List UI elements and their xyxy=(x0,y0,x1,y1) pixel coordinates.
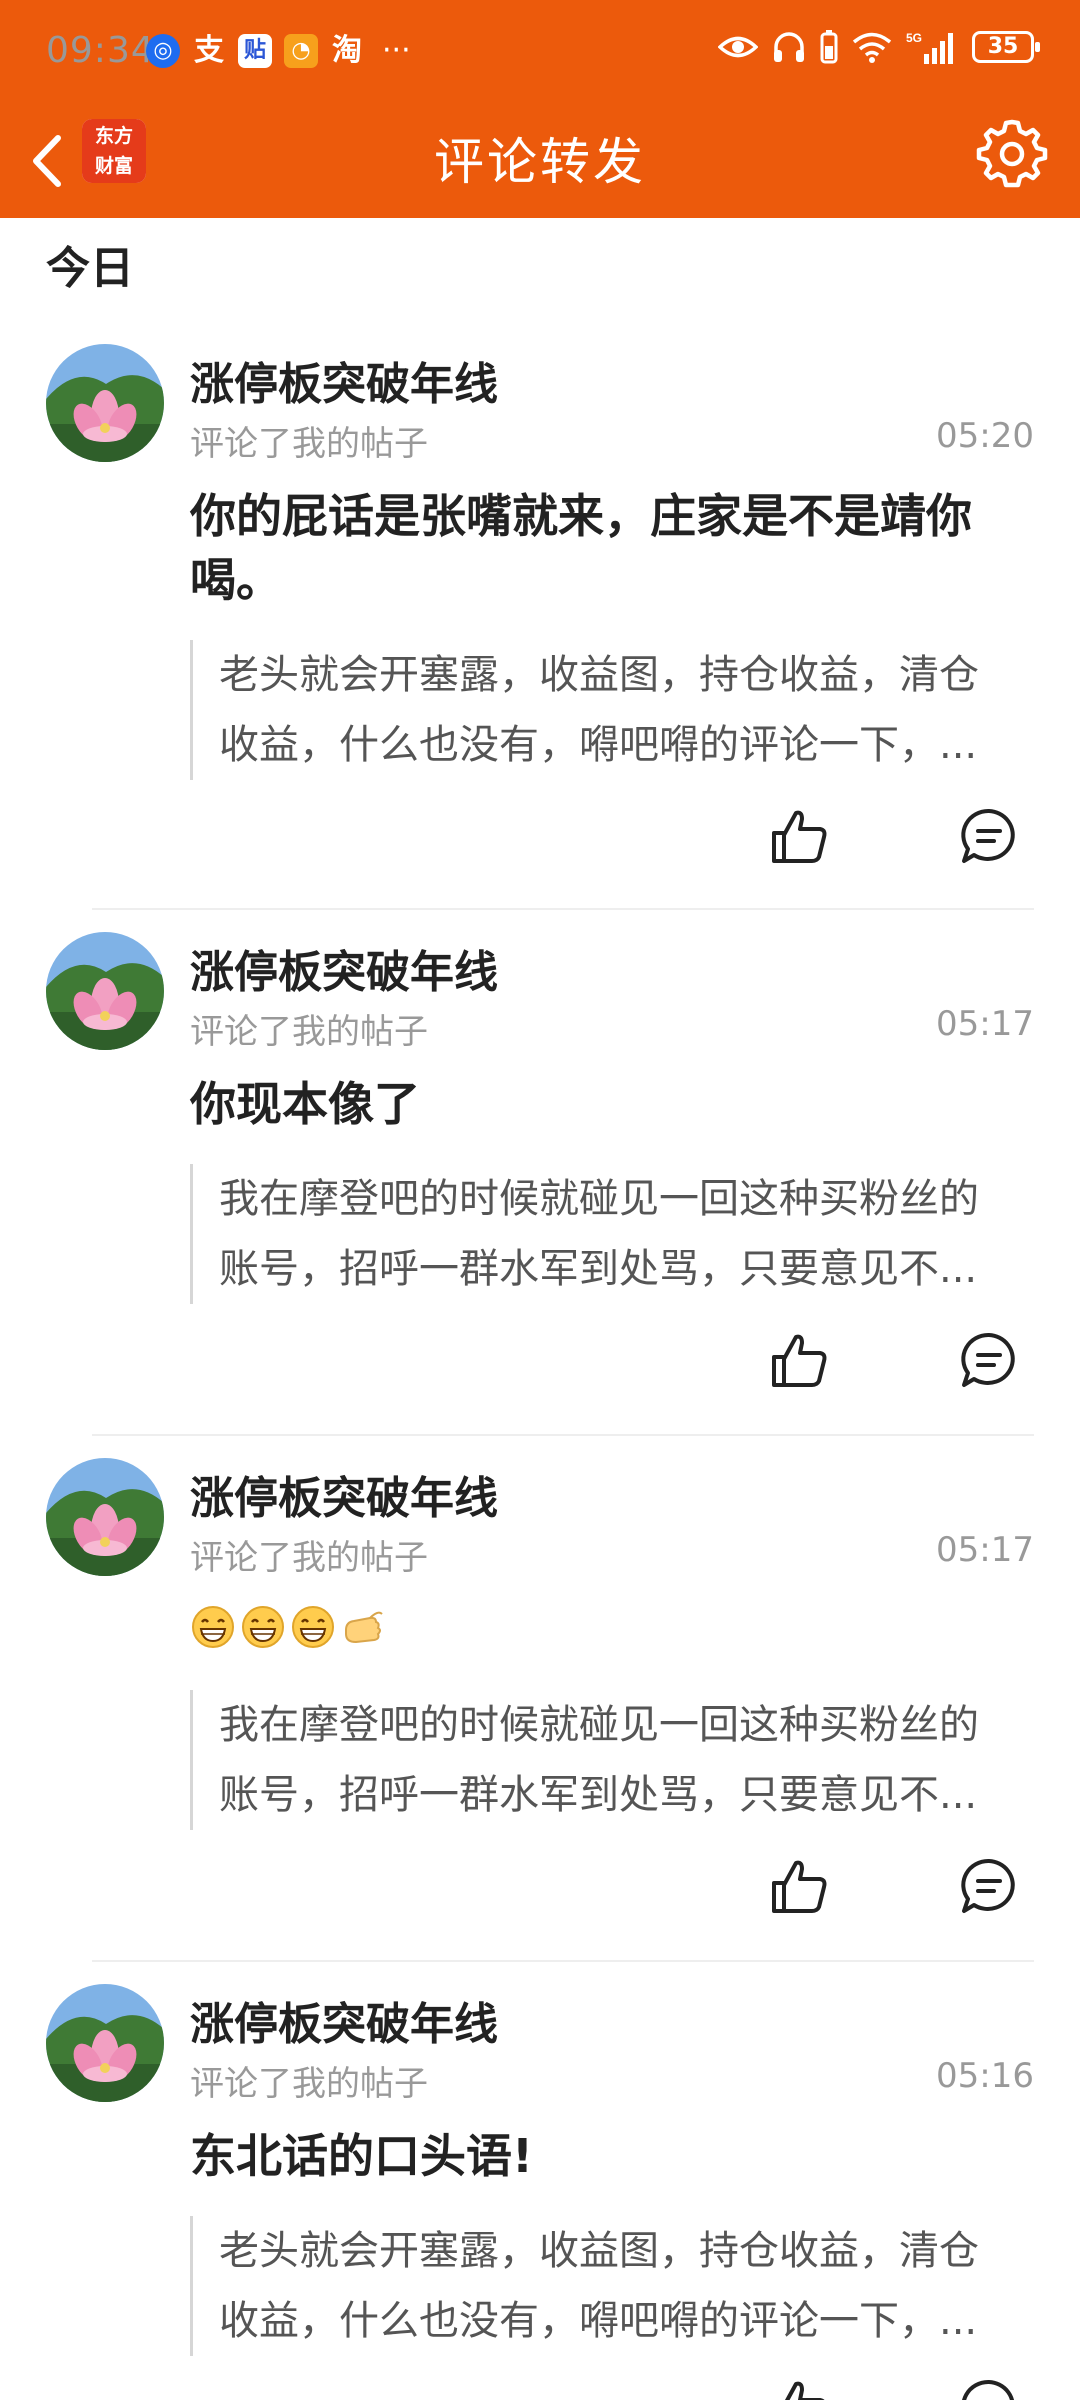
quoted-post-line: 收益，什么也没有，嘚吧嘚的评论一下，... xyxy=(219,722,978,768)
taobao-app-icon: 淘 xyxy=(332,33,362,68)
avatar[interactable] xyxy=(46,932,164,1050)
comment-card[interactable]: 涨停板突破年线 评论了我的帖子 05:17 我在摩登吧的时候就碰见一回这种买粉丝… xyxy=(0,1458,1080,1958)
tieba-app-icon: 贴 xyxy=(238,34,272,68)
comment-time: 05:17 xyxy=(936,1004,1034,1044)
divider xyxy=(92,908,1034,910)
like-icon[interactable] xyxy=(768,1329,830,1391)
quoted-post-line: 收益，什么也没有，嘚吧嘚的评论一下，... xyxy=(219,2298,978,2344)
comment-emojis xyxy=(190,1604,386,1650)
thumbs-hand-emoji-icon xyxy=(345,1611,383,1644)
avatar[interactable] xyxy=(46,1984,164,2102)
quoted-post-line: 我在摩登吧的时候就碰见一回这种买粉丝的 xyxy=(219,1176,979,1222)
comment-time: 05:20 xyxy=(936,416,1034,456)
top-bar: 09:34 ◎ 支 贴 ◔ 淘 ··· 5G 35 东方 财富 评论转发 xyxy=(0,0,1080,218)
page-title: 评论转发 xyxy=(434,133,646,191)
section-title-today: 今日 xyxy=(46,243,134,294)
quoted-post[interactable]: 我在摩登吧的时候就碰见一回这种买粉丝的 账号，招呼一群水军到处骂，只要意见不..… xyxy=(190,1690,1030,1830)
comment-action: 评论了我的帖子 xyxy=(190,1538,428,1578)
divider xyxy=(92,1960,1034,1962)
reply-icon[interactable] xyxy=(958,2376,1020,2400)
comment-time: 05:17 xyxy=(936,1530,1034,1570)
grin-emoji-icon xyxy=(242,1606,284,1648)
notification-icons: ◎ 支 贴 ◔ 淘 ··· xyxy=(146,34,411,68)
comment-card[interactable]: 涨停板突破年线 评论了我的帖子 05:17 你现本像了 我在摩登吧的时候就碰见一… xyxy=(0,932,1080,1432)
username[interactable]: 涨停板突破年线 xyxy=(190,1988,498,2052)
username[interactable]: 涨停板突破年线 xyxy=(190,348,498,412)
reply-icon[interactable] xyxy=(958,1855,1020,1917)
quoted-post[interactable]: 老头就会开塞露，收益图，持仓收益，清仓 收益，什么也没有，嘚吧嘚的评论一下，..… xyxy=(190,640,1030,780)
wifi-icon xyxy=(852,32,892,63)
grin-emoji-icon xyxy=(292,1606,334,1648)
nav-bar: 东方 财富 评论转发 xyxy=(0,104,1080,218)
like-icon[interactable] xyxy=(768,805,830,867)
quoted-post-line: 账号，招呼一群水军到处骂，只要意见不... xyxy=(219,1246,978,1292)
svg-text:5G: 5G xyxy=(906,31,922,45)
quoted-post-line: 老头就会开塞露，收益图，持仓收益，清仓 xyxy=(219,2228,979,2274)
alipay-app-icon: 支 xyxy=(194,33,224,68)
grin-emoji-icon xyxy=(192,1606,234,1648)
comment-text: 你的屁话是张嘴就来，庄家是不是靖你喝。 xyxy=(190,489,972,607)
news-app-icon: ◔ xyxy=(284,34,318,68)
quoted-post-line: 老头就会开塞露，收益图，持仓收益，清仓 xyxy=(219,652,979,698)
comment-action: 评论了我的帖子 xyxy=(190,2064,428,2104)
eye-icon xyxy=(718,36,758,58)
quoted-post-line: 账号，招呼一群水军到处骂，只要意见不... xyxy=(219,1772,978,1818)
more-notifications-icon: ··· xyxy=(382,33,411,68)
comment-time: 05:16 xyxy=(936,2056,1034,2096)
browser-app-icon: ◎ xyxy=(146,34,180,68)
quoted-post[interactable]: 老头就会开塞露，收益图，持仓收益，清仓 收益，什么也没有，嘚吧嘚的评论一下，..… xyxy=(190,2216,1030,2356)
status-right-icons: 5G 35 xyxy=(718,30,1040,64)
reply-icon[interactable] xyxy=(958,1329,1020,1391)
battery-saver-icon xyxy=(820,30,838,64)
quoted-post[interactable]: 我在摩登吧的时候就碰见一回这种买粉丝的 账号，招呼一群水军到处骂，只要意见不..… xyxy=(190,1164,1030,1304)
avatar[interactable] xyxy=(46,344,164,462)
quoted-post-line: 我在摩登吧的时候就碰见一回这种买粉丝的 xyxy=(219,1702,979,1748)
divider xyxy=(92,1434,1034,1436)
comment-action: 评论了我的帖子 xyxy=(190,1012,428,1052)
signal-icon: 5G xyxy=(906,31,953,64)
battery-icon: 35 xyxy=(972,31,1040,63)
gear-icon[interactable] xyxy=(974,116,1050,192)
username[interactable]: 涨停板突破年线 xyxy=(190,1462,498,1526)
comment-action: 评论了我的帖子 xyxy=(190,424,428,464)
comment-card[interactable]: 涨停板突破年线 评论了我的帖子 05:20 你的屁话是张嘴就来，庄家是不是靖你喝… xyxy=(0,344,1080,904)
avatar[interactable] xyxy=(46,1458,164,1576)
reply-icon[interactable] xyxy=(958,805,1020,867)
username[interactable]: 涨停板突破年线 xyxy=(190,936,498,1000)
comment-text: 你现本像了 xyxy=(190,1077,420,1131)
headphones-icon xyxy=(774,32,804,62)
status-bar: 09:34 ◎ 支 贴 ◔ 淘 ··· 5G 35 xyxy=(0,0,1080,104)
like-icon[interactable] xyxy=(768,1855,830,1917)
comment-card[interactable]: 涨停板突破年线 评论了我的帖子 05:16 东北话的口头语! 老头就会开塞露，收… xyxy=(0,1984,1080,2400)
comment-text: 东北话的口头语! xyxy=(190,2129,533,2183)
like-icon[interactable] xyxy=(768,2376,830,2400)
